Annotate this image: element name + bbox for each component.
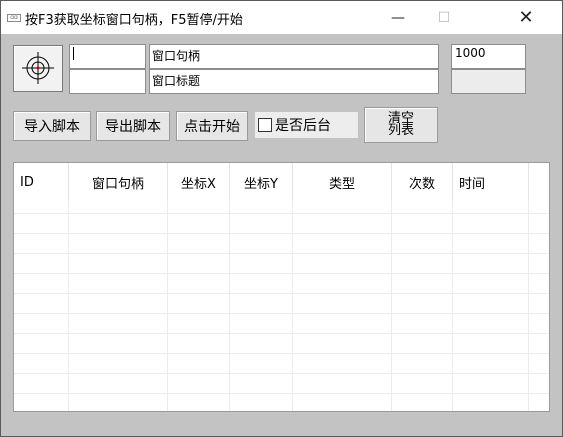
column-header-y[interactable]: 坐标Y: [230, 163, 293, 201]
grid-line: [167, 201, 168, 411]
export-script-button[interactable]: 导出脚本: [96, 111, 170, 141]
title-bar: ɑɑ 按F3获取坐标窗口句柄，F5暂停/开始 — ☐ ✕: [1, 1, 562, 34]
handle-label: 窗口句柄: [152, 49, 201, 63]
column-header-time[interactable]: 时间: [453, 163, 529, 201]
interval-input[interactable]: 1000: [451, 44, 526, 69]
grid-line: [68, 201, 69, 411]
maximize-button[interactable]: ☐: [421, 1, 467, 34]
grid-line: [14, 213, 549, 214]
column-header-type[interactable]: 类型: [293, 163, 392, 201]
import-script-button[interactable]: 导入脚本: [13, 111, 91, 141]
grid-line: [14, 253, 549, 254]
grid-line: [14, 353, 549, 354]
grid-line: [14, 333, 549, 334]
column-header-handle[interactable]: 窗口句柄: [69, 163, 168, 201]
handle-field[interactable]: 窗口句柄: [149, 44, 439, 69]
background-label: 是否后台: [275, 118, 331, 134]
coord-input-2[interactable]: [69, 69, 146, 94]
grid-line: [14, 233, 549, 234]
grid-line: [452, 201, 453, 411]
background-checkbox[interactable]: [258, 118, 272, 132]
close-button[interactable]: ✕: [503, 1, 549, 34]
grid-line: [391, 201, 392, 411]
list-header: ID 窗口句柄 坐标X 坐标Y 类型 次数 时间: [14, 163, 549, 201]
background-toggle[interactable]: 是否后台: [255, 112, 358, 138]
start-button[interactable]: 点击开始: [176, 111, 248, 141]
grid-line: [14, 393, 549, 394]
grid-line: [14, 313, 549, 314]
column-header-id[interactable]: ID: [14, 163, 69, 201]
column-header-x[interactable]: 坐标X: [168, 163, 230, 201]
coord-input[interactable]: [69, 44, 146, 69]
grid-line: [229, 201, 230, 411]
title-label: 窗口标题: [152, 74, 201, 88]
app-window: ɑɑ 按F3获取坐标窗口句柄，F5暂停/开始 — ☐ ✕ 窗口句柄 窗口标题 1…: [0, 0, 563, 437]
grid-line: [14, 373, 549, 374]
minimize-button[interactable]: —: [375, 1, 421, 34]
window-title: 按F3获取坐标窗口句柄，F5暂停/开始: [25, 13, 243, 28]
app-icon: ɑɑ: [7, 14, 21, 22]
record-list[interactable]: ID 窗口句柄 坐标X 坐标Y 类型 次数 时间: [13, 162, 550, 412]
status-field: [451, 69, 526, 94]
crosshair-target-icon[interactable]: [13, 45, 63, 92]
text-caret: [73, 47, 74, 60]
clear-list-button[interactable]: 清空 列表: [364, 107, 438, 143]
grid-line: [528, 201, 529, 411]
column-header-count[interactable]: 次数: [392, 163, 453, 201]
clear-line-2: 列表: [387, 123, 414, 138]
grid-line: [14, 273, 549, 274]
grid-line: [14, 293, 549, 294]
title-field[interactable]: 窗口标题: [149, 69, 439, 94]
grid-line: [292, 201, 293, 411]
